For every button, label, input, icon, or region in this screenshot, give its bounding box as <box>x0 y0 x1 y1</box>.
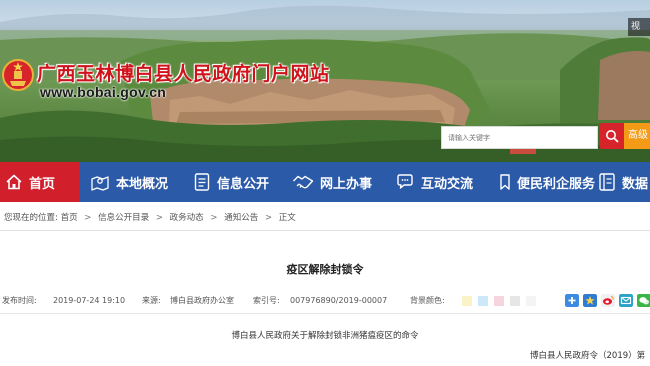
bg-color-label: 背景颜色: <box>410 296 445 305</box>
breadcrumb-separator: > <box>264 213 273 223</box>
bg-color-swatch[interactable] <box>462 296 472 306</box>
nav-label: 信息公开 <box>217 176 270 192</box>
bg-color-swatch[interactable] <box>526 296 536 306</box>
site-url[interactable]: www.bobai.gov.cn <box>40 84 166 100</box>
main-nav: 首页 本地概况 信息公开 网上办事 互动交流 便民利企服务 数据 <box>0 162 650 202</box>
star-share-icon[interactable] <box>583 294 597 307</box>
breadcrumb-item-home[interactable]: 首页 <box>61 213 78 223</box>
wechat-share-icon[interactable] <box>637 294 650 307</box>
source: 博白县政府办公室 <box>170 296 234 305</box>
search-icon <box>606 130 619 143</box>
publish-date: 2019-07-24 19:10 <box>53 296 126 305</box>
article-meta: 发布时间: 2019-07-24 19:10 来源: 博白县政府办公室 索引号:… <box>0 292 650 309</box>
breadcrumb-item-notices[interactable]: 通知公告 <box>224 213 258 223</box>
home-icon <box>6 174 22 190</box>
site-banner: 广西玉林博白县人民政府门户网站 www.bobai.gov.cn 视 高级 <box>0 0 650 162</box>
nav-item-local-overview[interactable]: 本地概况 <box>90 162 168 202</box>
plus-share-icon[interactable] <box>565 294 579 307</box>
index-number: 007976890/2019-00007 <box>290 296 388 305</box>
search-input[interactable] <box>441 126 598 149</box>
document-heading: 博白县人民政府关于解除封锁非洲猪瘟疫区的命令 <box>231 331 419 341</box>
nav-label: 数据 <box>622 176 649 192</box>
index-label: 索引号: <box>253 296 280 305</box>
nav-item-home[interactable]: 首页 <box>0 162 79 202</box>
nav-item-info-disclosure[interactable]: 信息公开 <box>193 162 269 202</box>
chat-bubbles-icon <box>397 174 413 189</box>
handshake-icon <box>293 175 314 189</box>
nav-item-public-services[interactable]: 便民利企服务 <box>499 162 595 202</box>
document-list-icon <box>194 173 210 191</box>
publish-date-label: 发布时间: <box>2 296 37 305</box>
breadcrumb-item-gov-news[interactable]: 政务动态 <box>170 213 204 223</box>
advanced-search-button[interactable]: 高级 <box>624 123 650 149</box>
breadcrumb-item-info-directory[interactable]: 信息公开目录 <box>98 213 149 223</box>
bg-color-swatch[interactable] <box>478 296 488 306</box>
bookmark-icon <box>500 174 510 190</box>
data-book-icon <box>599 173 615 191</box>
email-share-icon[interactable] <box>619 294 633 307</box>
national-emblem-icon <box>2 59 34 91</box>
nav-label: 便民利企服务 <box>517 176 596 192</box>
breadcrumb-separator: > <box>84 213 92 223</box>
nav-label: 本地概况 <box>116 176 169 192</box>
bg-color-swatch[interactable] <box>494 296 504 306</box>
map-pin-icon <box>91 176 109 191</box>
nav-item-interaction[interactable]: 互动交流 <box>395 162 473 202</box>
divider <box>0 230 650 231</box>
nav-label: 首页 <box>29 176 56 192</box>
breadcrumb-separator: > <box>155 213 163 223</box>
bg-color-swatch[interactable] <box>510 296 520 306</box>
corner-tag[interactable]: 视 <box>628 18 650 36</box>
nav-label: 网上办事 <box>320 176 373 192</box>
nav-item-data[interactable]: 数据 <box>598 162 648 202</box>
breadcrumb-prefix: 您现在的位置: <box>4 213 58 223</box>
breadcrumb: 您现在的位置: 首页 > 信息公开目录 > 政务动态 > 通知公告 > 正文 <box>0 211 650 227</box>
weibo-share-icon[interactable] <box>601 294 615 307</box>
nav-item-online-services[interactable]: 网上办事 <box>292 162 372 202</box>
article-title: 疫区解除封锁令 <box>286 263 364 276</box>
source-label: 来源: <box>142 296 161 305</box>
document-number: 博白县人民政府令（2019）第 <box>530 351 646 361</box>
divider <box>0 313 650 314</box>
search-button[interactable] <box>600 123 624 149</box>
breadcrumb-separator: > <box>210 213 218 223</box>
nav-label: 互动交流 <box>421 176 474 192</box>
site-title[interactable]: 广西玉林博白县人民政府门户网站 <box>37 59 330 86</box>
breadcrumb-item-current: 正文 <box>278 213 296 223</box>
